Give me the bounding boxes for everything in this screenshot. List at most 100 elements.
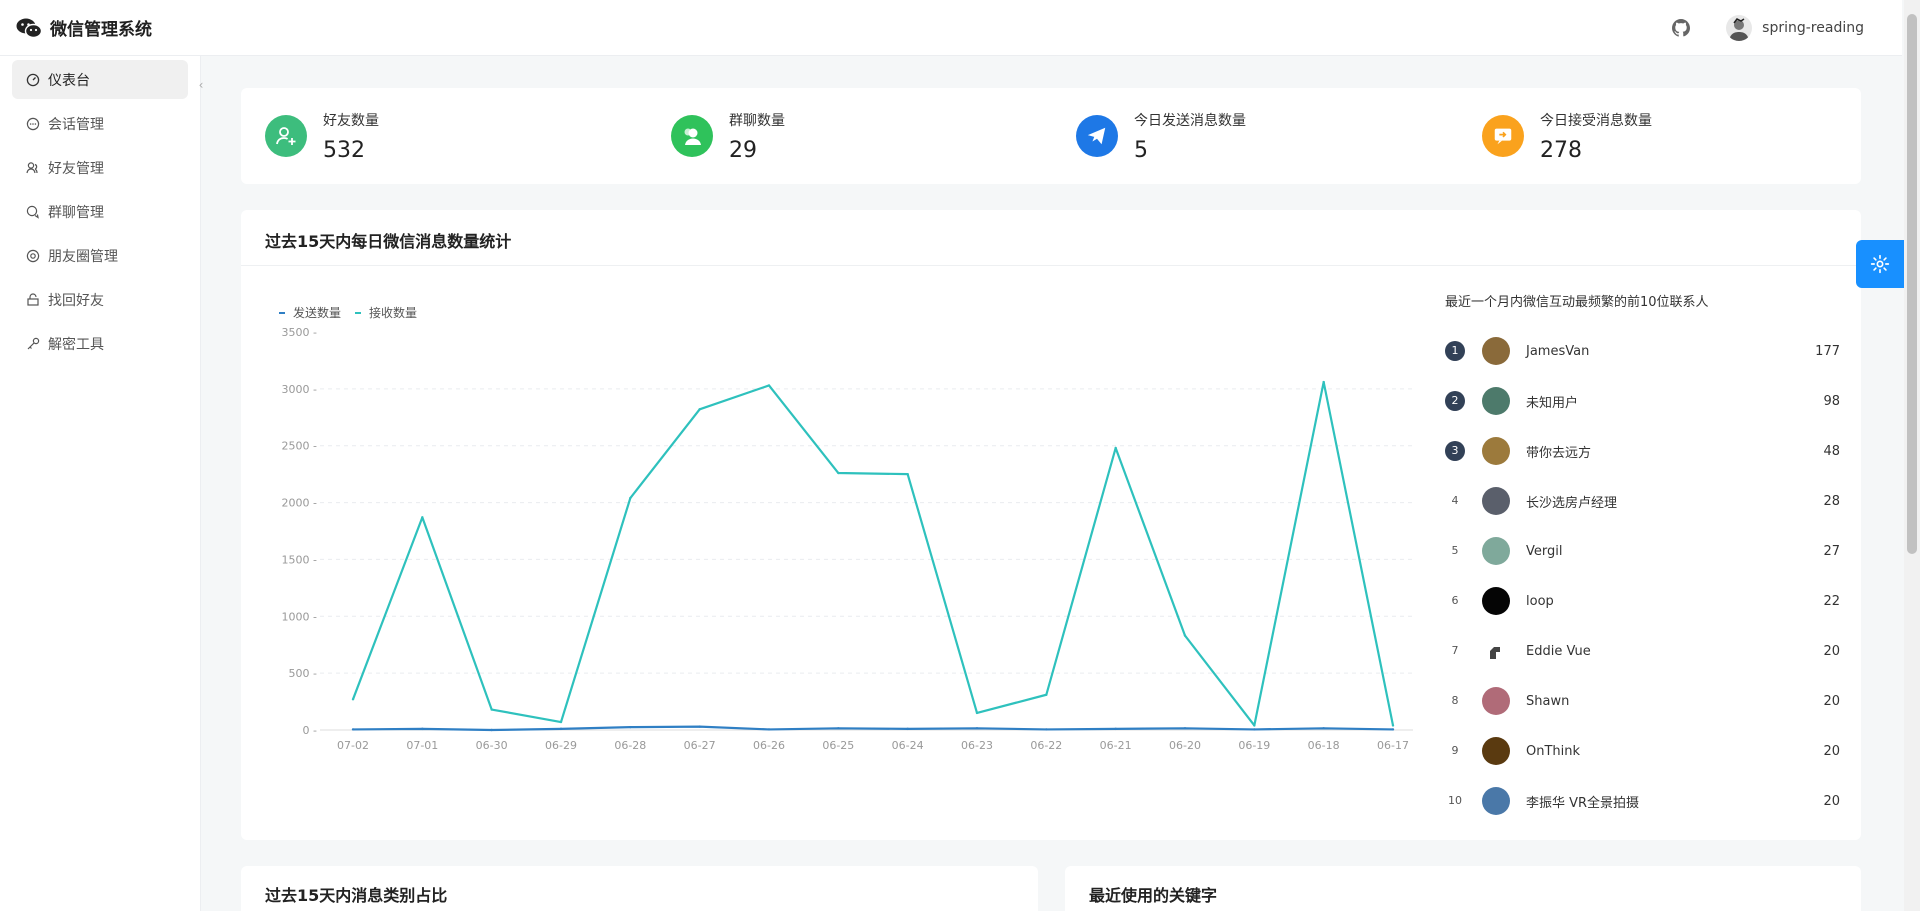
y-tick-label: 3000 - [282, 383, 317, 396]
username[interactable]: spring-reading [1762, 20, 1864, 36]
keywords-card-title: 最近使用的关键字 [1089, 886, 1218, 905]
data-point [351, 698, 355, 701]
data-point [421, 727, 424, 731]
interaction-count: 98 [1823, 393, 1840, 409]
data-point [1253, 728, 1256, 731]
ranking-row[interactable]: 9 OnThink 20 [1445, 736, 1840, 766]
group-chat-icon [26, 205, 39, 219]
x-tick-label: 06-20 [1169, 739, 1201, 752]
legend-swatch-sent [279, 311, 285, 314]
rank-number: 7 [1451, 644, 1459, 657]
wechat-logo-icon [16, 18, 42, 38]
user-avatar[interactable] [1726, 14, 1753, 41]
ranking-row[interactable]: 10 李振华 VR全景拍摄 20 [1445, 786, 1840, 816]
x-tick-label: 06-28 [614, 739, 646, 752]
settings-button[interactable] [1856, 240, 1904, 288]
sidebar-item-decrypt[interactable]: 解密工具 [12, 324, 188, 363]
x-tick-label: 06-27 [684, 739, 716, 752]
y-tick-label: 3500 - [282, 326, 317, 339]
ranking-row[interactable]: 6 loop 22 [1445, 586, 1840, 616]
legend-label: 接收数量 [369, 306, 418, 320]
contacts-icon [26, 161, 38, 173]
interaction-count: 20 [1823, 793, 1840, 809]
interaction-count: 27 [1823, 543, 1840, 559]
y-tick-label: 1000 - [282, 610, 317, 623]
data-point [906, 472, 909, 476]
stat-value: 5 [1134, 137, 1148, 163]
data-point [1391, 724, 1395, 727]
card-divider [241, 265, 1861, 266]
app-title: 微信管理系统 [50, 20, 152, 40]
sidebar-item-label: 朋友圈管理 [48, 248, 118, 265]
stat-sent: 今日发送消息数量 5 [1076, 88, 1246, 184]
data-point [906, 727, 909, 731]
ranking-row[interactable]: 3 带你去远方 48 [1445, 436, 1840, 466]
contact-name: 长沙选房卢经理 [1526, 495, 1618, 511]
contact-name: loop [1526, 593, 1554, 609]
x-tick-label: 06-21 [1100, 739, 1132, 752]
collapse-sidebar-icon[interactable]: ‹ [194, 78, 208, 92]
contact-name: Eddie Vue [1526, 643, 1591, 659]
data-point [1114, 446, 1117, 450]
x-tick-label: 06-24 [892, 739, 924, 752]
github-icon[interactable] [1672, 18, 1691, 37]
rank-number: 10 [1448, 794, 1462, 807]
brand[interactable]: 微信管理系统 [16, 15, 152, 40]
contact-name: Shawn [1526, 693, 1570, 709]
data-point [421, 516, 424, 519]
stat-value: 29 [729, 137, 757, 163]
stat-label: 今日发送消息数量 [1134, 112, 1246, 129]
ranking-row[interactable]: 7 Eddie Vue 20 [1445, 636, 1840, 666]
legend-item-received[interactable]: 接收数量 [355, 304, 417, 321]
sidebar-item-sessions[interactable]: 会话管理 [12, 104, 188, 143]
legend-label: 发送数量 [293, 306, 342, 320]
legend-item-sent[interactable]: 发送数量 [279, 304, 341, 321]
x-tick-label: 06-17 [1377, 739, 1409, 752]
x-tick-label: 06-29 [545, 739, 577, 752]
data-point [1045, 693, 1048, 696]
contact-avatar [1482, 537, 1510, 565]
sidebar-item-recover[interactable]: 找回好友 [12, 280, 188, 319]
stat-friends: 好友数量 532 [265, 88, 379, 184]
contact-name: 未知用户 [1526, 395, 1579, 411]
stat-received: 今日接受消息数量 278 [1482, 88, 1652, 184]
data-point [975, 711, 979, 715]
ranking-title: 最近一个月内微信互动最频繁的前10位联系人 [1445, 295, 1709, 310]
contact-avatar [1482, 337, 1510, 365]
sidebar-item-friends[interactable]: 好友管理 [12, 148, 188, 187]
chart-legend: 发送数量 接收数量 [279, 304, 431, 321]
stats-card: 好友数量 532 群聊数量 29 今日发送消息数量 5 今日接受消息数量 278 [241, 88, 1861, 184]
group-icon [671, 115, 713, 157]
gear-icon [1870, 254, 1890, 274]
category-card-title: 过去15天内消息类别占比 [265, 886, 448, 905]
data-point [837, 471, 840, 475]
stat-value: 532 [323, 137, 365, 163]
send-icon [1076, 115, 1118, 157]
dashboard-icon [26, 73, 40, 86]
sidebar-item-moments[interactable]: 朋友圈管理 [12, 236, 188, 275]
ranking-row[interactable]: 5 Vergil 27 [1445, 536, 1840, 566]
sidebar: 仪表台 会话管理 好友管理 群聊管理 朋友圈管理 找回好友 解密工具 [0, 56, 201, 911]
sidebar-item-groups[interactable]: 群聊管理 [12, 192, 188, 231]
contact-avatar [1482, 737, 1510, 765]
sidebar-item-label: 群聊管理 [48, 204, 104, 221]
stat-label: 群聊数量 [729, 112, 785, 129]
rank-number: 5 [1451, 544, 1459, 557]
sidebar-item-label: 好友管理 [48, 160, 104, 177]
interaction-count: 20 [1823, 743, 1840, 759]
x-tick-label: 06-30 [476, 739, 508, 752]
sidebar-item-dashboard[interactable]: 仪表台 [12, 60, 188, 99]
ranking-row[interactable]: 1 JamesVan 177 [1445, 336, 1840, 366]
x-tick-label: 07-01 [406, 739, 438, 752]
data-point [351, 728, 355, 731]
stat-value: 278 [1540, 137, 1582, 163]
ranking-row[interactable]: 8 Shawn 20 [1445, 686, 1840, 716]
ranking-row[interactable]: 4 长沙选房卢经理 28 [1445, 486, 1840, 516]
x-tick-label: 06-18 [1308, 739, 1340, 752]
sent-series-line [352, 725, 1394, 732]
scrollbar-thumb[interactable] [1907, 14, 1917, 554]
data-point [767, 728, 771, 731]
ranking-row[interactable]: 2 未知用户 98 [1445, 386, 1840, 416]
contact-avatar [1482, 487, 1510, 515]
data-point [629, 725, 632, 729]
